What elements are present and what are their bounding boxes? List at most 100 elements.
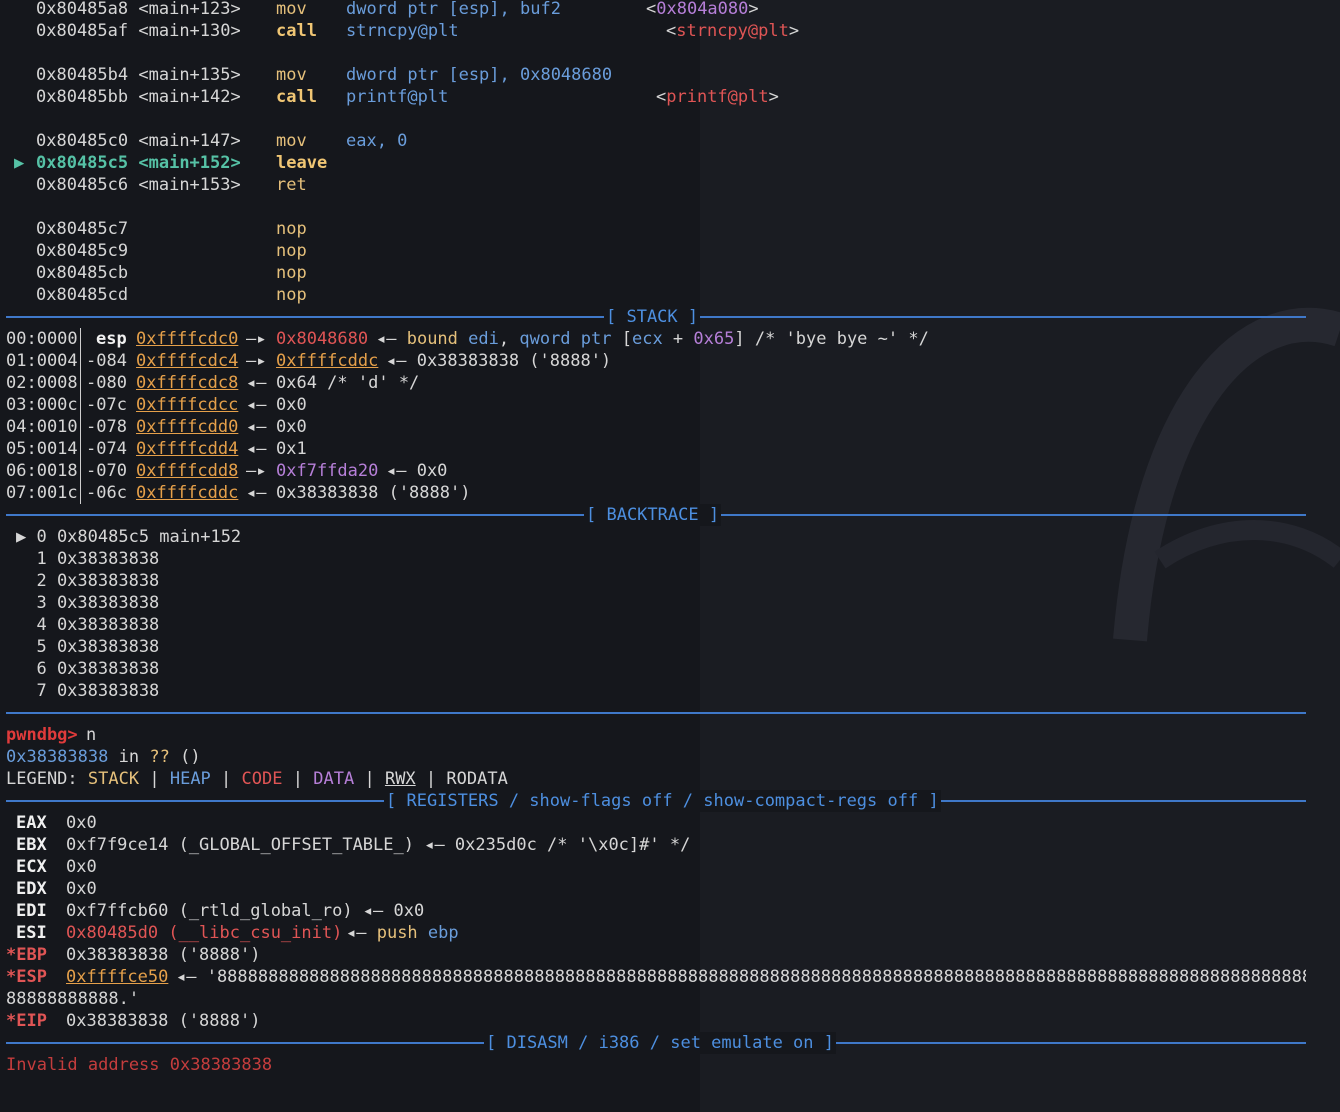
section-title-registers: [ REGISTERS / show-flags off / show-comp… [384,790,941,812]
stack-offset: -080 [86,373,127,393]
stack-value: 0x64 /* 'd' */ [276,373,420,393]
stack-offset: -084 [86,351,127,371]
register-value: 0x38383838 ('8888') [66,945,261,965]
disasm-line: 0x80485c9 [36,241,129,261]
stack-offset: -074 [86,439,127,459]
stack-address[interactable]: 0xffffcdc4 [136,350,238,372]
backtrace-frame: 5 0x38383838 [16,637,160,657]
stack-arrow: ◂— [246,417,267,437]
stack-arrow: —▸ [246,351,267,371]
disasm-line: 0x80485b4 <main+135> [36,65,241,85]
register-annotation-wrap: 88888888888.' [6,989,140,1009]
disasm-mnemonic: ret [276,175,307,195]
register-annotation: ◂— '888888888888888888888888888888888888… [176,967,1306,987]
disasm-target: <strncpy@plt> [666,21,800,41]
disasm-line: 0x80485cb [36,263,129,283]
stack-offset: -07c [86,395,127,415]
backtrace-frame: ▶ 0 0x80485c5 main+152 [16,527,242,547]
register-name: ESI [16,923,47,943]
stack-address[interactable]: 0xffffcdd4 [136,438,238,460]
disasm-line: 0x80485af <main+130> [36,21,241,41]
stack-index: 00:0000 [6,329,78,349]
stack-value[interactable]: 0xffffcddc [276,350,378,372]
disasm-operands: dword ptr [esp], buf2 [346,0,561,19]
stack-value: 0x8048680 [276,329,369,349]
disasm-mnemonic: nop [276,285,307,305]
stack-address[interactable]: 0xffffcdcc [136,394,238,416]
stack-index: 03:000c [6,395,78,415]
error-message: Invalid address 0x38383838 [6,1055,273,1075]
pc-line: 0x38383838 in ?? () [6,747,201,767]
stack-arrow: ◂— [246,483,267,503]
stack-index: 01:0004 [6,351,78,371]
backtrace-frame: 4 0x38383838 [16,615,160,635]
stack-arrow: —▸ [246,329,267,349]
disasm-line: 0x80485c0 <main+147> [36,131,241,151]
register-name: EAX [16,813,47,833]
stack-index: 07:001c [6,483,78,503]
stack-annotation: ◂— bound edi, qword ptr [ecx + 0x65] /* … [376,329,929,349]
register-value: 0x80485d0 (__libc_csu_init) [66,923,343,943]
disasm-mnemonic: mov [276,131,307,151]
disasm-operands: dword ptr [esp], 0x8048680 [346,65,613,85]
disasm-mnemonic: nop [276,263,307,283]
disasm-operands: printf@plt [346,87,449,107]
stack-address[interactable]: 0xffffcdd0 [136,416,238,438]
register-value: 0x38383838 ('8888') [66,1011,261,1031]
stack-annotation: ◂— 0x0 [386,461,448,481]
register-value: 0x0 [66,879,97,899]
stack-address[interactable]: 0xffffcdc0 [136,328,238,350]
stack-value: 0x1 [276,439,307,459]
backtrace-frame: 7 0x38383838 [16,681,160,701]
disasm-line: 0x80485c6 <main+153> [36,175,241,195]
stack-arrow: ◂— [246,439,267,459]
stack-divider [80,328,81,504]
prompt: pwndbg> [6,725,78,745]
section-title-stack: [ STACK ] [604,306,701,328]
backtrace-frame: 3 0x38383838 [16,593,160,613]
stack-index: 05:0014 [6,439,78,459]
disasm-mnemonic: nop [276,241,307,261]
disasm-mnemonic: mov [276,0,307,19]
disasm-target: <0x804a080> [646,0,759,19]
disasm-line-current: 0x80485c5 <main+152> [36,153,241,173]
disasm-mnemonic: mov [276,65,307,85]
stack-value: 0xf7ffda20 [276,461,379,481]
stack-address[interactable]: 0xffffcdd8 [136,460,238,482]
register-name: ECX [16,857,47,877]
stack-offset: -078 [86,417,127,437]
register-name-changed: *EIP [6,1011,47,1031]
legend: LEGEND: STACK | HEAP | CODE | DATA | RWX… [6,769,508,789]
disasm-operands: eax, 0 [346,131,408,151]
stack-arrow: ◂— [246,373,267,393]
register-annotation: ◂— push ebp [346,923,459,943]
current-instruction-marker: ▶ [14,153,25,173]
register-name: EBX [16,835,47,855]
terminal: 0x80485a8 <main+123> mov dword ptr [esp]… [0,0,1340,1112]
stack-offset: -070 [86,461,127,481]
stack-annotation: ◂— 0x38383838 ('8888') [386,351,612,371]
command-input[interactable]: n [86,724,96,746]
register-value: 0xf7f9ce14 (_GLOBAL_OFFSET_TABLE_) ◂— 0x… [66,835,691,855]
disasm-mnemonic: call [276,21,317,41]
backtrace-frame: 1 0x38383838 [16,549,160,569]
stack-offset: esp [96,329,127,349]
disasm-operands: strncpy@plt [346,21,459,41]
stack-address[interactable]: 0xffffcddc [136,482,238,504]
register-name-changed: *EBP [6,945,47,965]
stack-address[interactable]: 0xffffcdc8 [136,372,238,394]
backtrace-frame: 6 0x38383838 [16,659,160,679]
register-value[interactable]: 0xffffce50 [66,966,168,988]
stack-value: 0x0 [276,395,307,415]
backtrace-frame: 2 0x38383838 [16,571,160,591]
stack-value: 0x0 [276,417,307,437]
disasm-line: 0x80485a8 <main+123> [36,0,241,19]
stack-index: 04:0010 [6,417,78,437]
stack-arrow: ◂— [246,395,267,415]
disasm-mnemonic: call [276,87,317,107]
section-separator-end [6,712,1306,714]
stack-value: 0x38383838 ('8888') [276,483,471,503]
disasm-line: 0x80485cd [36,285,129,305]
disasm-line: 0x80485c7 [36,219,129,239]
stack-index: 06:0018 [6,461,78,481]
